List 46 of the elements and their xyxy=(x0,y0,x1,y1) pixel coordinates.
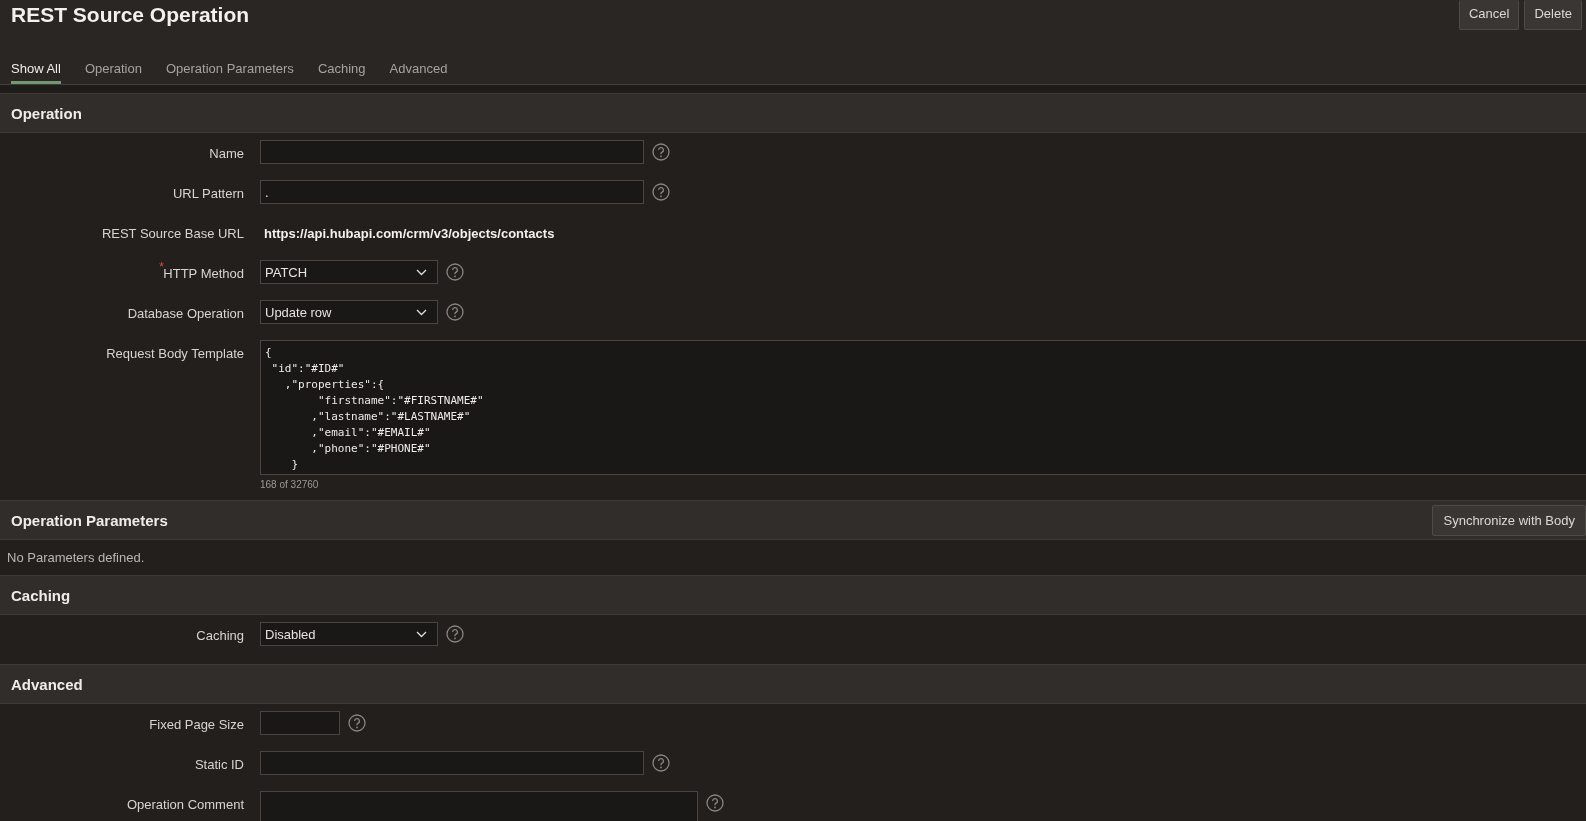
page-title: REST Source Operation xyxy=(10,2,250,27)
help-icon[interactable] xyxy=(446,263,464,281)
synchronize-button[interactable]: Synchronize with Body xyxy=(1432,504,1586,536)
chevron-down-icon xyxy=(416,268,427,276)
text-field[interactable] xyxy=(260,711,340,735)
field-label: Static ID xyxy=(194,757,244,772)
select-field[interactable]: Update row xyxy=(260,300,438,324)
chevron-down-icon xyxy=(416,308,427,316)
header-button[interactable]: Delete xyxy=(1524,0,1582,30)
section-title: Operation Parameters xyxy=(11,511,168,529)
tab[interactable]: Advanced xyxy=(389,48,448,84)
code-editor[interactable]: { "id":"#ID#" ,"properties":{ "firstname":"#FIRSTNAME#" ,"lastname":"#LASTNAME#" ,"email":"#EMAIL#" ,"phone":"#PHONE#" } xyxy=(260,340,1586,475)
help-icon[interactable] xyxy=(652,143,670,161)
field-label: Caching xyxy=(196,628,244,643)
field-label: Request Body Template xyxy=(106,346,244,361)
text-field[interactable]: . xyxy=(260,180,644,204)
section-title: Operation xyxy=(11,104,82,122)
character-counter: 168 of 32760 xyxy=(260,478,320,492)
base-url-value: https://api.hubapi.com/crm/v3/objects/contacts xyxy=(263,225,556,243)
chevron-down-icon xyxy=(416,630,427,638)
field-label: HTTP Method xyxy=(163,266,244,281)
field-label: Database Operation xyxy=(127,306,244,321)
comment-field[interactable] xyxy=(260,791,698,821)
help-icon[interactable] xyxy=(348,714,366,732)
tab[interactable]: Operation Parameters xyxy=(165,48,294,84)
help-icon[interactable] xyxy=(446,625,464,643)
text-field[interactable] xyxy=(260,140,644,164)
help-icon[interactable] xyxy=(706,794,724,812)
select-field[interactable]: PATCH xyxy=(260,260,438,284)
header-button[interactable]: Cancel xyxy=(1458,0,1520,30)
select-field[interactable]: Disabled xyxy=(260,622,438,646)
empty-message: No Parameters defined. xyxy=(6,549,146,567)
tab[interactable]: Operation xyxy=(84,48,142,84)
field-label: REST Source Base URL xyxy=(101,226,244,241)
field-label: Name xyxy=(209,146,244,161)
field-label: Fixed Page Size xyxy=(149,717,244,732)
text-field[interactable] xyxy=(260,751,644,775)
help-icon[interactable] xyxy=(652,183,670,201)
help-icon[interactable] xyxy=(446,303,464,321)
section-title: Advanced xyxy=(11,675,83,693)
field-label: Operation Comment xyxy=(126,797,244,812)
help-icon[interactable] xyxy=(652,754,670,772)
tab[interactable]: Caching xyxy=(317,48,366,84)
field-label: URL Pattern xyxy=(172,186,244,201)
section-title: Caching xyxy=(11,586,71,604)
required-mark: * xyxy=(158,259,164,274)
